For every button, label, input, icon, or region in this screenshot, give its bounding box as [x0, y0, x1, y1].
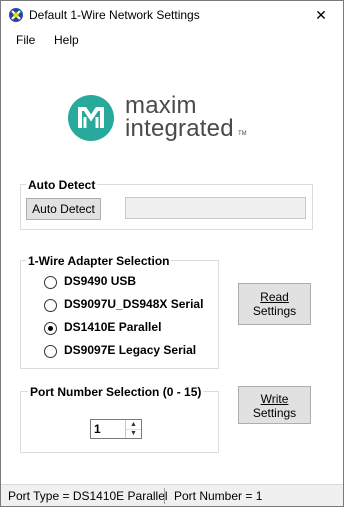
radio-label: DS1410E Parallel [64, 320, 162, 334]
radio-circle[interactable] [44, 345, 57, 358]
maxim-logo: maxim integrated TM [68, 92, 258, 145]
port-number-group-label: Port Number Selection (0 - 15) [28, 385, 204, 399]
status-port-type: Port Type = DS1410E Parallel [8, 489, 168, 503]
write-settings-button[interactable]: Write Settings [238, 386, 311, 424]
auto-detect-button-label: Auto Detect [32, 202, 95, 216]
read-settings-line1: Read [260, 290, 289, 304]
write-settings-line1: Write [260, 392, 289, 406]
radio-circle-selected[interactable] [44, 322, 57, 335]
app-icon [9, 8, 23, 22]
port-number-spinner[interactable]: 1 ▲ ▼ [90, 419, 142, 439]
read-settings-line2: Settings [252, 304, 297, 318]
radio-label: DS9097U_DS948X Serial [64, 297, 204, 311]
close-icon[interactable]: ✕ [299, 1, 343, 29]
status-bar: Port Type = DS1410E Parallel Port Number… [1, 484, 343, 506]
status-separator [164, 488, 165, 504]
window-title: Default 1-Wire Network Settings [29, 8, 200, 22]
port-number-value[interactable]: 1 [94, 422, 101, 436]
radio-circle[interactable] [44, 276, 57, 289]
menu-bar: File Help [1, 29, 343, 51]
logo-text-integrated: integrated [125, 115, 234, 142]
write-settings-line2: Settings [252, 406, 297, 420]
radio-label: DS9097E Legacy Serial [64, 343, 197, 357]
logo-trademark: TM [238, 131, 247, 137]
menu-help[interactable]: Help [54, 33, 79, 47]
title-bar[interactable]: Default 1-Wire Network Settings ✕ [1, 1, 343, 29]
maxim-logo-icon [68, 95, 114, 141]
radio-label: DS9490 USB [64, 274, 137, 288]
app-window: Default 1-Wire Network Settings ✕ File H… [0, 0, 344, 507]
radio-circle[interactable] [44, 299, 57, 312]
auto-detect-button[interactable]: Auto Detect [26, 198, 101, 220]
status-port-number: Port Number = 1 [174, 489, 263, 503]
auto-detect-group-label: Auto Detect [26, 178, 98, 192]
adapter-selection-group-label: 1-Wire Adapter Selection [26, 254, 172, 268]
read-settings-button[interactable]: Read Settings [238, 283, 311, 325]
spinner-buttons: ▲ ▼ [125, 420, 141, 438]
spinner-down-icon[interactable]: ▼ [126, 429, 141, 438]
auto-detect-result-field [125, 197, 306, 219]
radio-selected-dot [48, 326, 53, 331]
menu-file[interactable]: File [16, 33, 35, 47]
